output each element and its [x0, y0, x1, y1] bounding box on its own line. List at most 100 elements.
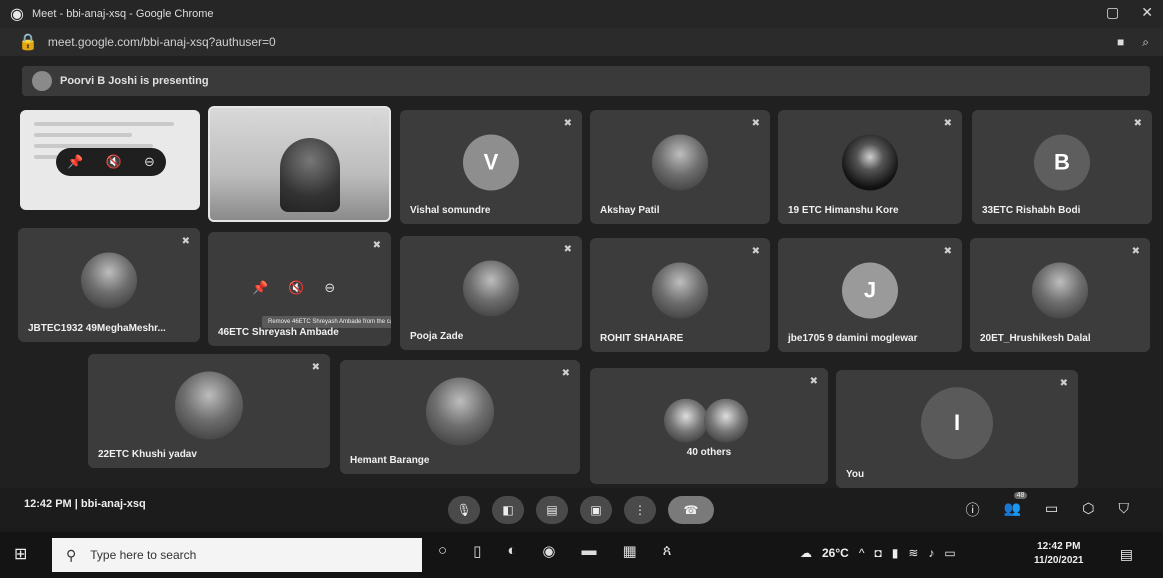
- taskbar-search[interactable]: ⚲ Type here to search: [52, 538, 422, 572]
- file-explorer-icon[interactable]: ▬: [581, 542, 596, 560]
- onedrive-icon[interactable]: ◘: [874, 546, 881, 560]
- info-icon[interactable]: ⓘ: [966, 500, 980, 520]
- chevron-up-icon[interactable]: ^: [859, 546, 865, 560]
- mic-tray-icon[interactable]: ▮: [892, 546, 899, 560]
- cortana-icon[interactable]: ○: [438, 542, 447, 560]
- taskbar-clock[interactable]: 12:42 PM 11/20/2021: [1034, 540, 1084, 568]
- participant-name: Hemant Barange: [350, 455, 430, 466]
- close-icon[interactable]: ✕: [1141, 4, 1153, 21]
- participant-tile[interactable]: ✖ 📌 🔇 ⊖ Remove 46ETC Shreyash Ambade fro…: [208, 232, 391, 346]
- participant-name: Vishal somundre: [410, 205, 491, 216]
- mic-off-icon: ✖: [1131, 246, 1140, 257]
- mic-off-icon: ✖: [311, 362, 320, 373]
- participant-tile[interactable]: ✖ J jbe1705 9 damini moglewar: [778, 238, 962, 352]
- mic-toggle-button[interactable]: 🎙: [448, 496, 480, 524]
- camera-icon[interactable]: ■: [1117, 35, 1124, 50]
- leave-call-button[interactable]: ☎: [668, 496, 714, 524]
- temperature[interactable]: 26°C: [822, 546, 849, 560]
- captions-icon: ▤: [546, 503, 558, 517]
- participant-tile[interactable]: ✖ Hemant Barange: [340, 360, 580, 474]
- present-button[interactable]: ▣: [580, 496, 612, 524]
- mute-icon[interactable]: 🔇: [106, 154, 122, 170]
- camera-toggle-button[interactable]: ◧: [492, 496, 524, 524]
- window-controls: ▢ ✕: [1106, 4, 1153, 21]
- taskbar-apps: ○ ▯ ◐ ◉ ▬ ▦ ጰ: [438, 542, 672, 560]
- maximize-icon[interactable]: ▢: [1106, 4, 1119, 21]
- clock-date: 11/20/2021: [1034, 555, 1084, 566]
- avatar: V: [463, 134, 519, 191]
- remove-icon[interactable]: ⊖: [324, 280, 335, 296]
- participant-name: 19 ETC Himanshu Kore: [788, 205, 899, 216]
- window-title: Meet - bbi-anaj-xsq - Google Chrome: [31, 8, 214, 20]
- mic-off-icon: ✖: [561, 368, 570, 379]
- mic-off-icon: ✖: [943, 246, 952, 257]
- search-icon: ⚲: [66, 546, 77, 563]
- video-tile[interactable]: |||: [208, 106, 391, 222]
- people-icon[interactable]: 👥 48: [1004, 492, 1028, 520]
- url-text[interactable]: meet.google.com/bbi-anaj-xsq?authuser=0: [48, 35, 276, 49]
- activities-icon[interactable]: ⬡: [1082, 500, 1094, 520]
- mic-off-icon: ✖: [751, 246, 760, 257]
- store-icon[interactable]: ▦: [622, 542, 636, 560]
- participant-tile[interactable]: ✖ Akshay Patil: [590, 110, 770, 224]
- zoom-icon[interactable]: ⌕: [1142, 35, 1149, 50]
- wifi-icon[interactable]: ≋: [908, 546, 918, 560]
- participants-badge: 48: [1013, 492, 1028, 499]
- others-avatars: [664, 398, 754, 443]
- browser-titlebar: ◉ Meet - bbi-anaj-xsq - Google Chrome ▢ …: [0, 0, 1163, 28]
- weather-icon[interactable]: ☁: [800, 546, 812, 560]
- participant-tile[interactable]: ✖ 19 ETC Himanshu Kore: [778, 110, 962, 224]
- participant-tile[interactable]: ✖ Pooja Zade: [400, 236, 582, 350]
- mic-off-icon: ✖: [372, 240, 381, 251]
- pin-icon[interactable]: 📌: [252, 280, 268, 296]
- participant-tile[interactable]: ✖ V Vishal somundre: [400, 110, 582, 224]
- avatar: [463, 260, 519, 317]
- people-taskbar-icon[interactable]: ጰ: [663, 542, 672, 560]
- speaking-icon: |||: [371, 116, 379, 127]
- avatar: [664, 398, 708, 443]
- participant-name: 33ETC Rishabh Bodi: [982, 205, 1081, 216]
- participant-tile[interactable]: ✖ JBTEC1932 49MeghaMeshr...: [18, 228, 200, 342]
- search-placeholder: Type here to search: [90, 548, 197, 562]
- others-tile[interactable]: ✖ 40 others: [590, 368, 828, 484]
- avatar: [81, 252, 137, 309]
- participant-tile[interactable]: ✖ 20ET_Hrushikesh Dalal: [970, 238, 1150, 352]
- presenting-banner: Poorvi B Joshi is presenting: [22, 66, 1150, 96]
- participant-tile[interactable]: ✖ B 33ETC Rishabh Bodi: [972, 110, 1152, 224]
- participant-name: 46ETC Shreyash Ambade: [218, 327, 339, 338]
- mute-icon[interactable]: 🔇: [288, 280, 304, 296]
- avatar: [1032, 262, 1088, 319]
- more-vert-icon: ⋮: [634, 503, 646, 517]
- avatar: [426, 377, 494, 446]
- task-view-icon[interactable]: ▯: [473, 542, 481, 560]
- mic-off-icon: ✖: [1133, 118, 1142, 129]
- clock-time: 12:42 PM: [1037, 541, 1081, 552]
- pin-icon[interactable]: 📌: [67, 154, 83, 170]
- meeting-time: 12:42 PM: [24, 498, 72, 510]
- mic-off-icon: ✖: [751, 118, 760, 129]
- participant-name: Pooja Zade: [410, 331, 464, 342]
- captions-button[interactable]: ▤: [536, 496, 568, 524]
- tile-hover-controls: 📌 🔇 ⊖: [252, 280, 335, 296]
- windows-start-icon[interactable]: ⊞: [14, 544, 27, 564]
- more-options-button[interactable]: ⋮: [624, 496, 656, 524]
- self-tile[interactable]: ✖ I You: [836, 370, 1078, 488]
- chrome-icon[interactable]: ◉: [542, 542, 555, 560]
- avatar: [652, 134, 708, 191]
- participant-name: ROHIT SHAHARE: [600, 333, 684, 344]
- participant-tile[interactable]: ✖ ROHIT SHAHARE: [590, 238, 770, 352]
- meet-stage: Poorvi B Joshi is presenting 📌 🔇 ⊖ ||| ✖…: [0, 56, 1163, 526]
- system-tray: ☁ 26°C ^ ◘ ▮ ≋ ♪ ▭: [800, 546, 956, 560]
- chat-icon[interactable]: ▭: [1045, 500, 1058, 520]
- battery-icon[interactable]: ▭: [944, 546, 955, 560]
- host-controls-icon[interactable]: ⛉: [1119, 500, 1130, 520]
- volume-icon[interactable]: ♪: [928, 546, 934, 560]
- notifications-icon[interactable]: ▤: [1120, 546, 1133, 563]
- presentation-tile[interactable]: 📌 🔇 ⊖: [20, 110, 200, 210]
- participant-tile[interactable]: ✖ 22ETC Khushi yadav: [88, 354, 330, 468]
- edge-icon[interactable]: ◐: [507, 542, 516, 560]
- avatar: [652, 262, 708, 319]
- remove-icon[interactable]: ⊖: [144, 154, 155, 170]
- address-bar[interactable]: 🔒 meet.google.com/bbi-anaj-xsq?authuser=…: [0, 28, 1163, 56]
- participant-name: jbe1705 9 damini moglewar: [788, 333, 918, 344]
